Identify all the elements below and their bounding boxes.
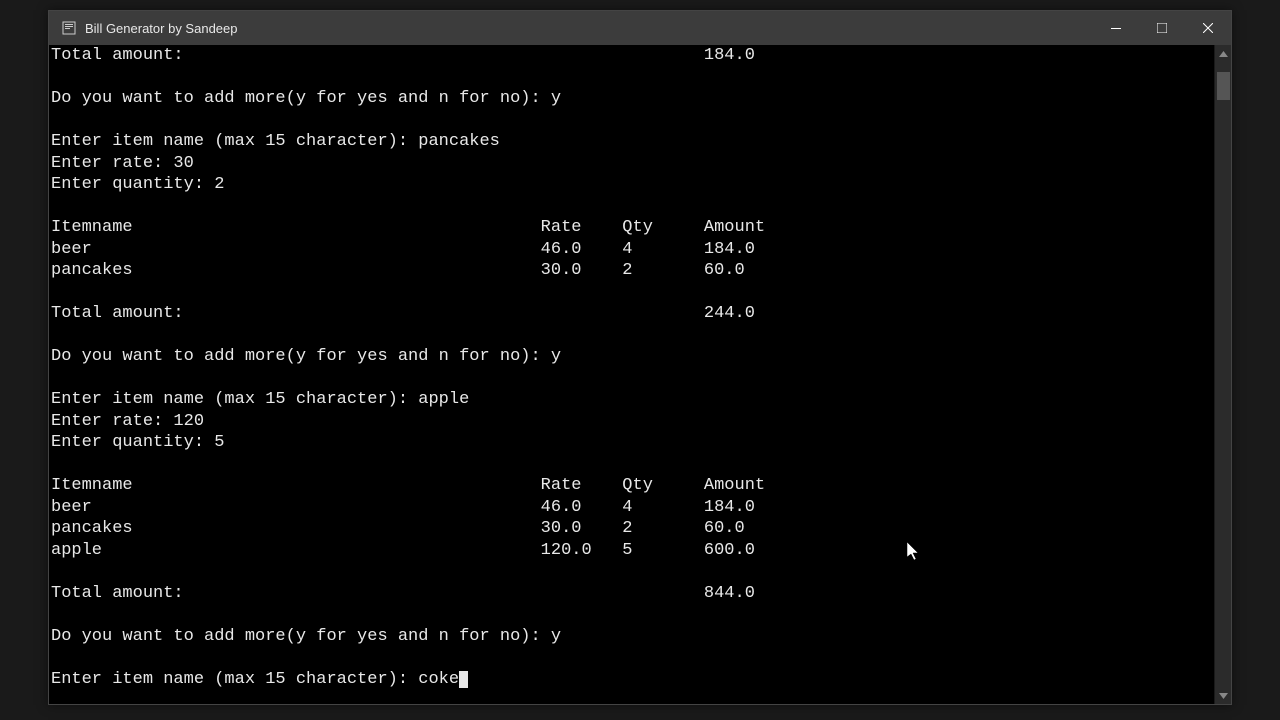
console-line: [51, 196, 1214, 218]
minimize-button[interactable]: [1093, 11, 1139, 45]
console-line: pancakes 30.0 2 60.0: [51, 260, 1214, 282]
maximize-button[interactable]: [1139, 11, 1185, 45]
console-line: Enter item name (max 15 character): panc…: [51, 131, 1214, 153]
app-window: Bill Generator by Sandeep Total amount: …: [48, 10, 1232, 705]
console-line: [51, 325, 1214, 347]
console-line: beer 46.0 4 184.0: [51, 497, 1214, 519]
console-line: Total amount: 184.0: [51, 45, 1214, 67]
console-line: Total amount: 844.0: [51, 583, 1214, 605]
console-line: [51, 282, 1214, 304]
console-line: Enter quantity: 2: [51, 174, 1214, 196]
console-line: [51, 67, 1214, 89]
console-line: pancakes 30.0 2 60.0: [51, 518, 1214, 540]
console-line: [51, 647, 1214, 669]
console-line: [51, 604, 1214, 626]
console-line: [51, 454, 1214, 476]
console-line: Itemname Rate Qty Amount: [51, 217, 1214, 239]
console-line: Enter rate: 30: [51, 153, 1214, 175]
console-line: [51, 110, 1214, 132]
close-button[interactable]: [1185, 11, 1231, 45]
window-title: Bill Generator by Sandeep: [85, 21, 1093, 36]
console-line: apple 120.0 5 600.0: [51, 540, 1214, 562]
console-line: [51, 561, 1214, 583]
scrollbar-thumb[interactable]: [1217, 72, 1230, 100]
console-line: [51, 368, 1214, 390]
console-line: Total amount: 244.0: [51, 303, 1214, 325]
app-icon: [61, 20, 77, 36]
console-line: Enter item name (max 15 character): appl…: [51, 389, 1214, 411]
vertical-scrollbar[interactable]: [1214, 45, 1231, 704]
console-line: Do you want to add more(y for yes and n …: [51, 626, 1214, 648]
titlebar[interactable]: Bill Generator by Sandeep: [49, 11, 1231, 45]
window-controls: [1093, 11, 1231, 45]
scrollbar-track[interactable]: [1215, 62, 1231, 687]
console-line: Do you want to add more(y for yes and n …: [51, 88, 1214, 110]
console-line: Itemname Rate Qty Amount: [51, 475, 1214, 497]
console-line: beer 46.0 4 184.0: [51, 239, 1214, 261]
console-input-line[interactable]: Enter item name (max 15 character): coke: [51, 669, 1214, 691]
console-line: Enter quantity: 5: [51, 432, 1214, 454]
scroll-up-arrow[interactable]: [1215, 45, 1232, 62]
text-cursor: [459, 671, 468, 688]
console-line: Enter rate: 120: [51, 411, 1214, 433]
content-wrapper: Total amount: 184.0 Do you want to add m…: [49, 45, 1231, 704]
scroll-down-arrow[interactable]: [1215, 687, 1232, 704]
console-line: Do you want to add more(y for yes and n …: [51, 346, 1214, 368]
console-output[interactable]: Total amount: 184.0 Do you want to add m…: [49, 45, 1214, 704]
